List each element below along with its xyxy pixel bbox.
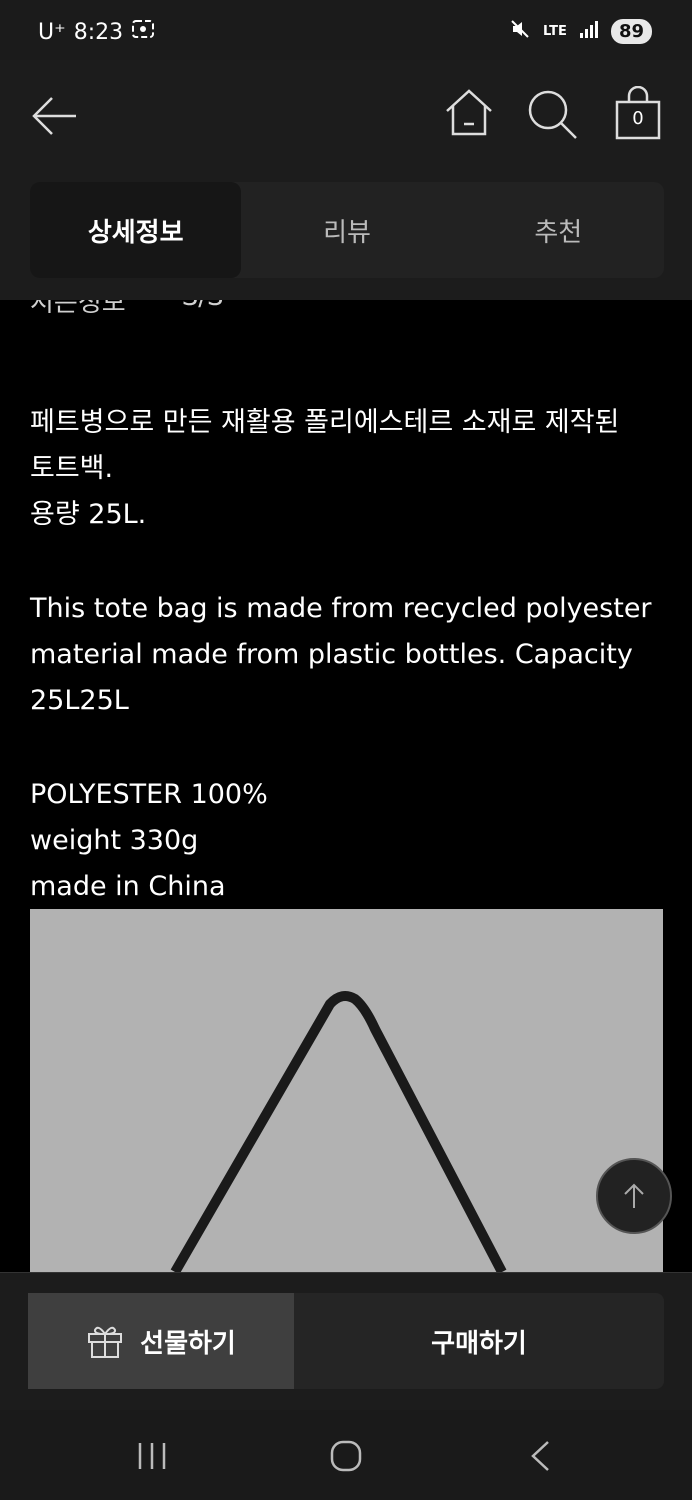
- season-info-row: 시즌정보 S/S: [30, 300, 223, 319]
- system-nav-bar: [0, 1410, 692, 1500]
- mute-icon: [509, 18, 531, 44]
- season-info-value: S/S: [182, 300, 224, 319]
- home-icon: [446, 89, 492, 136]
- status-right: LTE 89: [509, 18, 652, 44]
- buy-button-label: 구매하기: [431, 1328, 527, 1359]
- chevron-left-icon: [531, 1441, 549, 1471]
- cart-count-badge: 0: [632, 108, 644, 129]
- gift-button-label: 선물하기: [140, 1328, 236, 1359]
- description-english: This tote bag is made from recycled poly…: [30, 593, 652, 716]
- buy-button[interactable]: 구매하기: [294, 1293, 664, 1389]
- recent-apps-icon: [138, 1443, 166, 1469]
- cart-button[interactable]: 0: [612, 85, 664, 142]
- back-button[interactable]: [28, 90, 80, 142]
- carrier-label: U⁺: [38, 19, 66, 45]
- description-korean: 페트병으로 만든 재활용 폴리에스테르 소재로 제작된 토트백. 용량 25L.: [30, 407, 620, 530]
- gift-button[interactable]: 선물하기: [28, 1293, 294, 1389]
- tab-details[interactable]: 상세정보: [30, 182, 242, 278]
- back-nav-button[interactable]: [510, 1432, 570, 1480]
- search-icon: [528, 90, 577, 139]
- product-detail-content: 시즌정보 S/S 페트병으로 만든 재활용 폴리에스테르 소재로 제작된 토트백…: [0, 300, 692, 1272]
- battery-indicator: 89: [610, 18, 652, 44]
- purchase-bar: 선물하기 구매하기: [0, 1272, 692, 1410]
- signal-icon: [579, 19, 599, 43]
- network-type: LTE: [543, 23, 567, 39]
- recent-apps-button[interactable]: [122, 1432, 182, 1480]
- product-tabs: 상세정보 리뷰 추천: [30, 182, 664, 278]
- arrow-left-icon: [32, 97, 76, 135]
- product-specs: POLYESTER 100% weight 330g made in China: [30, 779, 268, 902]
- app-header: 0 상세정보 리뷰 추천: [0, 60, 692, 300]
- scroll-to-top-button[interactable]: [596, 1158, 672, 1234]
- home-button[interactable]: [442, 86, 496, 140]
- product-image: [30, 909, 663, 1272]
- arrow-up-icon: [624, 1183, 644, 1208]
- clock: 8:23: [73, 19, 124, 45]
- status-bar: U⁺ 8:23 LTE 89: [0, 0, 692, 60]
- tab-reviews[interactable]: 리뷰: [241, 182, 452, 278]
- gift-icon: [88, 1326, 123, 1358]
- status-left: U⁺ 8:23: [38, 18, 155, 46]
- home-nav-icon: [330, 1440, 362, 1472]
- screen-record-icon: [131, 18, 155, 46]
- home-nav-button[interactable]: [316, 1432, 376, 1480]
- tote-bag-strap-graphic: [170, 990, 507, 1272]
- tab-recommendations[interactable]: 추천: [453, 182, 664, 278]
- season-info-label: 시즌정보: [30, 300, 126, 318]
- search-button[interactable]: [524, 86, 580, 142]
